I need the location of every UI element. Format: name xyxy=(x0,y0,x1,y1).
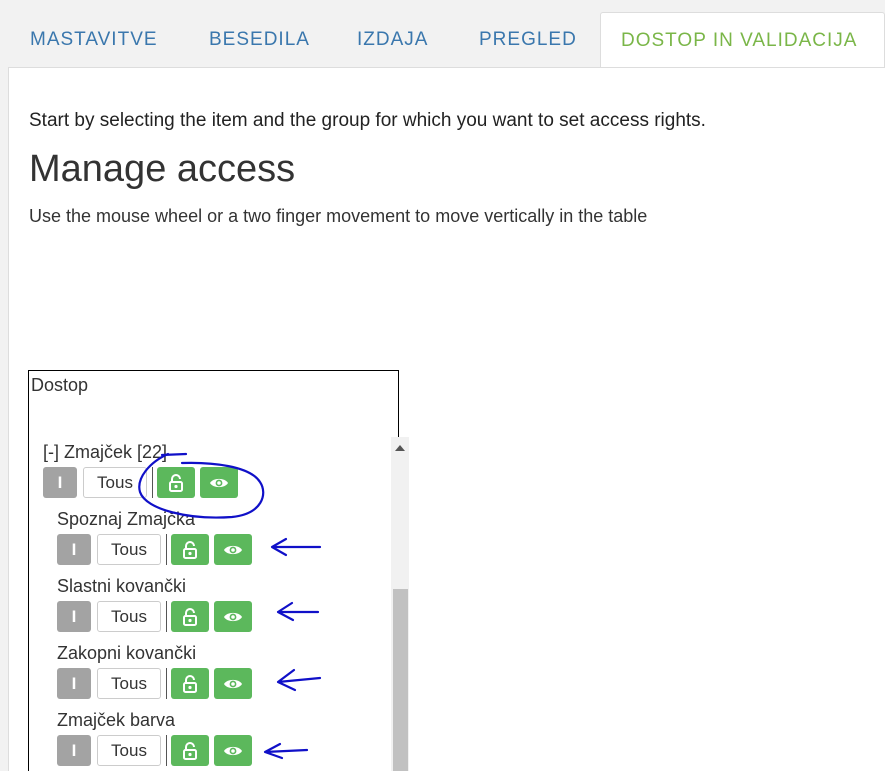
tous-button[interactable]: Tous xyxy=(97,735,161,766)
divider xyxy=(166,534,167,565)
view-button[interactable] xyxy=(214,534,252,565)
divider xyxy=(152,467,153,498)
hint-text: Use the mouse wheel or a two finger move… xyxy=(29,206,648,226)
i-button[interactable]: I xyxy=(57,534,91,565)
view-button[interactable] xyxy=(214,601,252,632)
unlock-button[interactable] xyxy=(171,601,209,632)
row-label[interactable]: Zakopni kovančki xyxy=(57,643,196,664)
table-header-label: Dostop xyxy=(31,375,89,395)
unlock-button[interactable] xyxy=(157,467,195,498)
table-row[interactable]: [-] Zmajček [22] I Tous xyxy=(28,438,399,506)
tab-pregled[interactable]: PREGLED xyxy=(479,12,577,68)
unlock-button[interactable] xyxy=(171,534,209,565)
tab-dostop-in-validacija[interactable]: DOSTOP IN VALIDACIJA xyxy=(600,12,885,68)
unlock-icon xyxy=(169,474,183,492)
divider xyxy=(166,735,167,766)
eye-icon xyxy=(224,612,242,622)
view-button[interactable] xyxy=(214,668,252,699)
table-row[interactable]: Zmajček barva I Tous xyxy=(28,706,399,771)
i-button[interactable]: I xyxy=(57,735,91,766)
unlock-icon xyxy=(183,541,197,559)
unlock-button[interactable] xyxy=(171,735,209,766)
unlock-icon xyxy=(183,742,197,760)
eye-icon xyxy=(224,679,242,689)
i-button[interactable]: I xyxy=(43,467,77,498)
tous-button[interactable]: Tous xyxy=(97,668,161,699)
tous-button[interactable]: Tous xyxy=(97,601,161,632)
access-table: Dostop [-] Zmajček [22] I Tous Spoznaj Z… xyxy=(28,370,399,771)
tab-bar: MASTAVITVE BESEDILA IZDAJA PREGLED DOSTO… xyxy=(0,0,885,68)
tab-mastavitve[interactable]: MASTAVITVE xyxy=(30,12,158,68)
tous-button[interactable]: Tous xyxy=(83,467,147,498)
table-row[interactable]: Zakopni kovančki I Tous xyxy=(28,639,399,707)
tab-izdaja[interactable]: IZDAJA xyxy=(357,12,428,68)
scrollbar-thumb[interactable] xyxy=(393,589,408,771)
unlock-icon xyxy=(183,675,197,693)
row-label[interactable]: [-] Zmajček [22] xyxy=(43,442,167,463)
unlock-icon xyxy=(183,608,197,626)
table-header: Dostop xyxy=(28,370,399,439)
table-row[interactable]: Slastni kovančki I Tous xyxy=(28,572,399,640)
page-title: Manage access xyxy=(29,148,296,190)
eye-icon xyxy=(224,545,242,555)
divider xyxy=(166,668,167,699)
i-button[interactable]: I xyxy=(57,601,91,632)
view-button[interactable] xyxy=(214,735,252,766)
row-label[interactable]: Slastni kovančki xyxy=(57,576,186,597)
tab-panel: Start by selecting the item and the grou… xyxy=(8,67,885,771)
table-row[interactable]: Spoznaj Zmajčka I Tous xyxy=(28,505,399,573)
divider xyxy=(166,601,167,632)
row-label[interactable]: Spoznaj Zmajčka xyxy=(57,509,195,530)
tab-besedila[interactable]: BESEDILA xyxy=(209,12,310,68)
i-button[interactable]: I xyxy=(57,668,91,699)
row-label[interactable]: Zmajček barva xyxy=(57,710,175,731)
unlock-button[interactable] xyxy=(171,668,209,699)
tous-button[interactable]: Tous xyxy=(97,534,161,565)
eye-icon xyxy=(224,746,242,756)
eye-icon xyxy=(210,478,228,488)
view-button[interactable] xyxy=(200,467,238,498)
scroll-up-arrow-icon[interactable] xyxy=(395,445,405,451)
table-scrollbar[interactable] xyxy=(391,437,409,771)
intro-text: Start by selecting the item and the grou… xyxy=(29,110,706,131)
